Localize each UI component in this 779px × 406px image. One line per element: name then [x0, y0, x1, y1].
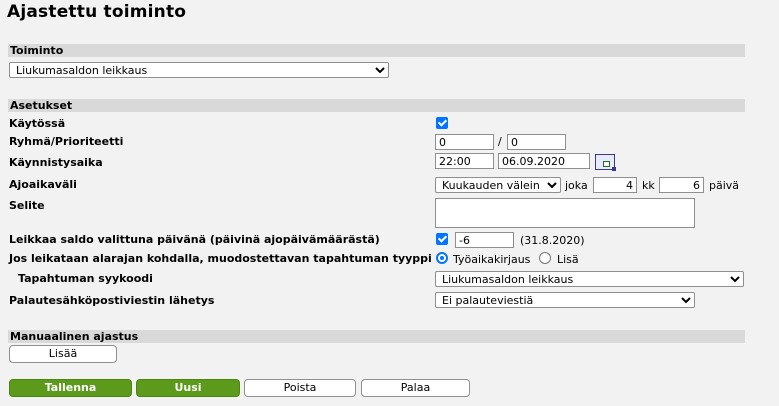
leikkaa-label: Leikkaa saldo valittuna päivänä (päivinä… — [9, 233, 380, 246]
leikkaa-date-note: (31.8.2020) — [520, 234, 585, 247]
ryhma-separator: / — [498, 135, 502, 148]
syykoodi-label: Tapahtuman syykoodi — [18, 272, 153, 285]
months-input[interactable] — [593, 177, 637, 193]
radio-lisa-label: Lisä — [557, 253, 579, 266]
leikkaa-checkbox[interactable] — [436, 233, 448, 245]
palaute-label: Palautesähköpostiviestin lähetys — [9, 294, 215, 307]
toiminto-select[interactable]: Liukumasaldon leikkaus — [9, 62, 389, 78]
radio-lisa[interactable] — [539, 252, 551, 264]
leikkaa-days-input[interactable] — [455, 232, 514, 248]
days-input[interactable] — [659, 177, 704, 193]
tallenna-button[interactable]: Tallenna — [9, 379, 132, 397]
selite-label: Selite — [9, 199, 45, 212]
calendar-icon[interactable] — [595, 154, 616, 171]
section-header-asetukset: Asetukset — [8, 99, 745, 112]
section-header-manuaalinen: Manuaalinen ajastus — [8, 330, 745, 343]
ryhma-prioriteetti-label: Ryhmä/Prioriteetti — [9, 135, 124, 148]
joka-label: joka — [565, 179, 588, 192]
ryhma-input[interactable] — [435, 134, 494, 150]
ajoaikavali-label: Ajoaikaväli — [9, 178, 77, 191]
page-title: Ajastettu toiminto — [7, 2, 187, 22]
poista-button[interactable]: Poista — [244, 379, 356, 397]
radio-tyoaikakirjaus[interactable] — [436, 252, 448, 264]
palaa-button[interactable]: Palaa — [361, 379, 470, 397]
paiva-label: päivä — [709, 179, 740, 192]
selite-textarea[interactable] — [435, 198, 695, 228]
kaynnistysaika-label: Käynnistysaika — [9, 156, 103, 169]
interval-select[interactable]: Kuukauden välein — [435, 177, 561, 193]
start-time-input[interactable] — [435, 153, 494, 169]
kk-label: kk — [642, 179, 655, 192]
prioriteetti-input[interactable] — [507, 134, 566, 150]
kaytossa-checkbox[interactable] — [436, 117, 448, 129]
palaute-select[interactable]: Ei palauteviestiä — [435, 292, 695, 308]
syykoodi-select[interactable]: Liukumasaldon leikkaus — [435, 271, 744, 287]
kaytossa-label: Käytössä — [9, 117, 66, 130]
lisaa-button[interactable]: Lisää — [9, 345, 117, 363]
start-date-input[interactable] — [498, 153, 590, 169]
radio-tyoaikakirjaus-label: Työaikakirjaus — [453, 253, 531, 266]
section-header-toiminto: Toiminto — [8, 44, 745, 57]
tyyppi-label: Jos leikataan alarajan kohdalla, muodost… — [9, 252, 432, 265]
uusi-button[interactable]: Uusi — [136, 379, 240, 397]
